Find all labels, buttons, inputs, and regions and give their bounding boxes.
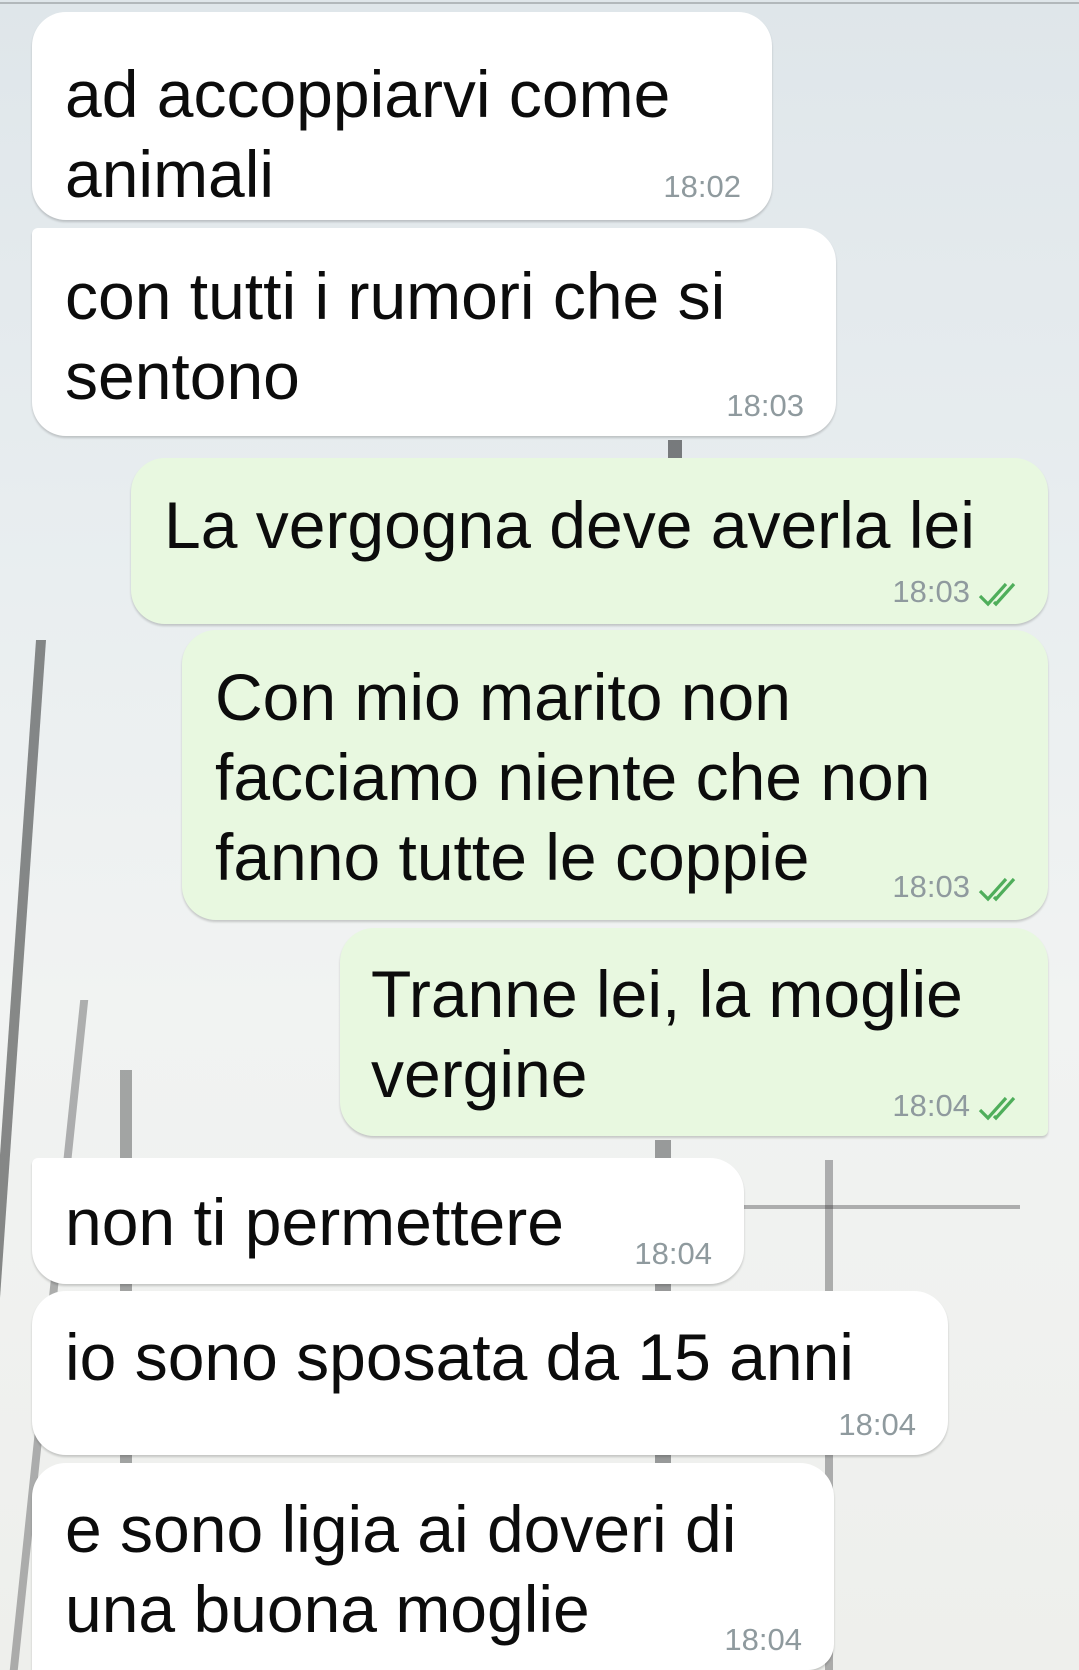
message-timestamp: 18:04: [634, 1236, 712, 1271]
message-bubble-outgoing[interactable]: La vergogna deve averla lei 18:03: [131, 458, 1048, 624]
message-text: e sono ligia ai doveri di una buona mogl…: [65, 1492, 737, 1646]
message-bubble-outgoing[interactable]: Tranne lei, la moglie vergine 18:04: [340, 928, 1048, 1136]
double-check-icon: [978, 1096, 1016, 1121]
message-timestamp: 18:04: [838, 1407, 916, 1442]
message-bubble-incoming[interactable]: io sono sposata da 15 anni 18:04: [32, 1291, 948, 1455]
message-bubble-incoming[interactable]: non ti permettere 18:04: [32, 1158, 744, 1284]
double-check-icon: [978, 877, 1016, 902]
message-timestamp: 18:04: [724, 1622, 802, 1657]
message-bubble-outgoing[interactable]: Con mio marito non facciamo niente che n…: [182, 630, 1048, 920]
message-text: con tutti i rumori che si sentono: [65, 259, 726, 413]
message-text: ad accoppiarvi come animali: [65, 57, 671, 211]
message-bubble-incoming[interactable]: e sono ligia ai doveri di una buona mogl…: [32, 1463, 834, 1670]
message-text: Tranne lei, la moglie vergine: [371, 957, 963, 1111]
message-bubble-incoming[interactable]: ad accoppiarvi come animali 18:02: [32, 12, 772, 220]
message-text: io sono sposata da 15 anni: [65, 1320, 854, 1394]
message-timestamp: 18:02: [663, 169, 741, 204]
double-check-icon: [978, 582, 1016, 607]
message-text: Con mio marito non facciamo niente che n…: [215, 660, 931, 894]
message-timestamp: 18:04: [892, 1088, 970, 1123]
message-timestamp: 18:03: [892, 869, 970, 904]
message-bubble-incoming[interactable]: con tutti i rumori che si sentono 18:03: [32, 228, 836, 436]
message-timestamp: 18:03: [892, 574, 970, 609]
message-timestamp: 18:03: [726, 388, 804, 423]
message-text: non ti permettere: [65, 1185, 564, 1259]
message-text: La vergogna deve averla lei: [164, 488, 975, 562]
